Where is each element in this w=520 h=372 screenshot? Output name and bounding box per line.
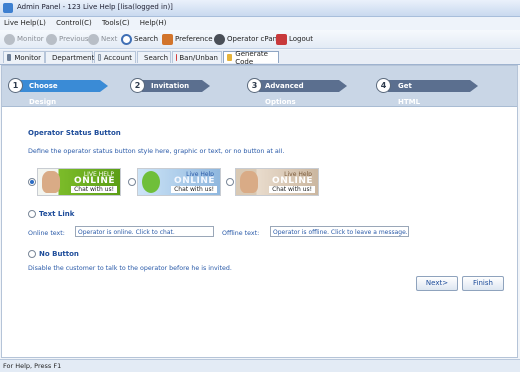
banner-2-chat: Chat with us! <box>171 186 217 193</box>
step-4-label: Get HTML Code <box>398 82 421 122</box>
offline-text-label: Offline text: <box>222 230 260 237</box>
tab-monitor-label: Monitor <box>14 53 41 62</box>
logout-icon <box>276 33 287 45</box>
wizard-steps: 1 Choose Design 2 Invitation 3 Advanced … <box>2 66 517 122</box>
next-label: Next <box>101 35 118 43</box>
preference-button[interactable]: Preference <box>162 32 213 46</box>
mascot-icon <box>142 171 160 193</box>
operator-photo-icon <box>42 171 60 193</box>
banner-2[interactable]: Live Help ONLINE Chat with us! <box>137 168 221 196</box>
section-description: Define the operator status button style … <box>28 147 285 155</box>
operator-cpanel-label: Operator cPanel <box>227 35 284 43</box>
step-2-label: Invitation <box>151 82 190 90</box>
tab-ban-unban-label: Ban/Unban <box>179 53 218 62</box>
menu-bar: Live Help(L) Control(C) Tools(C) Help(H) <box>0 17 520 30</box>
tab-monitor[interactable]: Monitor <box>3 51 45 63</box>
previous-button[interactable]: Previous <box>46 32 89 46</box>
search-toolbar-button[interactable]: Search <box>121 32 158 46</box>
next-toolbar-button[interactable]: Next <box>88 32 117 46</box>
tab-generate-code[interactable]: Generate Code <box>223 49 279 66</box>
finish-button[interactable]: Finish <box>462 276 504 291</box>
banner-3[interactable]: Live Help ONLINE Chat with us! <box>235 168 319 196</box>
search-label: Search <box>134 35 159 43</box>
no-button-radio[interactable] <box>28 250 36 258</box>
next-button[interactable]: Next> <box>416 276 458 291</box>
online-text-label: Online text: <box>28 230 65 237</box>
logout-button[interactable]: Logout <box>276 32 313 46</box>
account-icon <box>98 54 101 61</box>
tab-department-label: Department <box>52 53 95 62</box>
online-text-input[interactable]: Operator is online. Click to chat. <box>75 226 214 237</box>
banner-1-radio[interactable] <box>28 178 36 186</box>
monitor-icon <box>4 33 15 45</box>
app-window: Admin Panel - 123 Live Help [lisa(logged… <box>0 0 520 372</box>
banner-1-chat: Chat with us! <box>71 186 117 193</box>
step-2-number: 2 <box>130 78 145 93</box>
status-bar: For Help, Press F1 <box>0 359 520 372</box>
banner-3-chat: Chat with us! <box>269 186 315 193</box>
step-1-number: 1 <box>8 78 23 93</box>
menu-control[interactable]: Control(C) <box>52 17 96 29</box>
tab-account[interactable]: Account <box>94 51 136 63</box>
offline-text-input[interactable]: Operator is offline. Click to leave a me… <box>270 226 409 237</box>
monitor-tab-icon <box>7 54 12 61</box>
previous-label: Previous <box>59 35 89 43</box>
back-arrow-icon <box>46 33 57 45</box>
banner-3-line2: ONLINE <box>272 176 313 186</box>
menu-help[interactable]: Help(H) <box>136 17 171 29</box>
step-4-number: 4 <box>376 78 391 93</box>
tab-generate-code-label: Generate Code <box>235 49 268 66</box>
banner-3-radio[interactable] <box>226 178 234 186</box>
tab-bar: Monitor Department Account Search Ban/Un… <box>0 49 520 66</box>
operator-photo-icon <box>240 171 258 193</box>
no-button-label: No Button <box>39 250 79 258</box>
step-1-label: Choose Design <box>29 82 58 106</box>
no-button-description: Disable the customer to talk to the oper… <box>28 265 232 272</box>
text-link-radio[interactable] <box>28 210 36 218</box>
app-icon <box>3 3 13 13</box>
toolbar: Monitor Previous Next Search Preference … <box>0 30 520 49</box>
menu-live-help[interactable]: Live Help(L) <box>0 17 50 29</box>
operator-cpanel-button[interactable]: Operator cPanel <box>214 32 283 46</box>
menu-tools[interactable]: Tools(C) <box>98 17 134 29</box>
tab-ban-unban[interactable]: Ban/Unban <box>172 51 222 63</box>
banner-1-line2: ONLINE <box>74 176 115 186</box>
logout-label: Logout <box>289 35 313 43</box>
forward-arrow-icon <box>88 33 99 45</box>
step-3-number: 3 <box>247 78 262 93</box>
operator-icon <box>214 33 225 45</box>
section-title: Operator Status Button <box>28 129 121 137</box>
text-link-label: Text Link <box>39 210 75 218</box>
monitor-label: Monitor <box>17 35 44 43</box>
banner-2-radio[interactable] <box>128 178 136 186</box>
title-bar: Admin Panel - 123 Live Help [lisa(logged… <box>0 0 520 17</box>
preference-icon <box>162 33 173 45</box>
banner-1[interactable]: LIVE HELP ONLINE Chat with us! <box>37 168 121 196</box>
preference-label: Preference <box>175 35 213 43</box>
monitor-button[interactable]: Monitor <box>4 32 44 46</box>
tab-search-label: Search <box>144 53 169 62</box>
magnifier-icon <box>121 33 132 45</box>
tab-department[interactable]: Department <box>45 51 95 63</box>
banner-2-line2: ONLINE <box>174 176 215 186</box>
step-3-label: Advanced Options <box>265 82 304 106</box>
code-icon <box>227 54 233 61</box>
tab-account-label: Account <box>103 53 132 62</box>
tab-search[interactable]: Search <box>137 51 171 63</box>
generate-code-panel: 1 Choose Design 2 Invitation 3 Advanced … <box>1 65 518 358</box>
window-title: Admin Panel - 123 Live Help [lisa(logged… <box>17 3 173 11</box>
